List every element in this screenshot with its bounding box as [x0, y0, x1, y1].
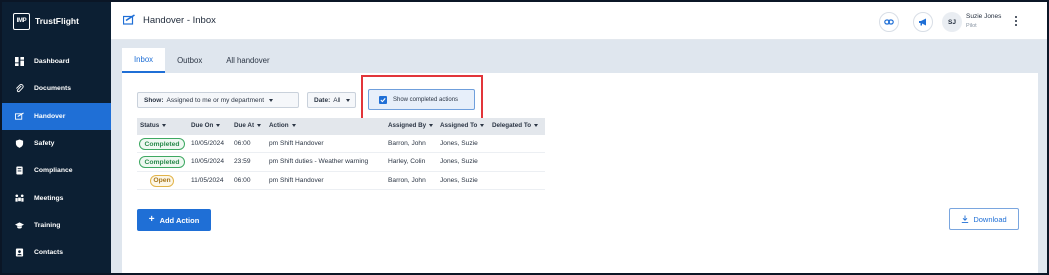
column-header-assigned-by[interactable]: Assigned By: [388, 122, 434, 129]
download-button[interactable]: Download: [949, 208, 1019, 230]
shield-icon: [14, 139, 24, 149]
assigned-to-cell: Jones, Suzie: [440, 176, 478, 184]
handover-tabs: Inbox Outbox All handover: [122, 48, 282, 73]
tab-outbox[interactable]: Outbox: [165, 48, 214, 73]
assigned-to-cell: Jones, Suzie: [440, 140, 478, 147]
due-at-cell: 06:00: [234, 176, 251, 184]
user-role: Pilot: [966, 23, 977, 29]
table-row[interactable]: Completed 10/05/2024 23:59 pm Shift duti…: [137, 153, 545, 172]
sort-caret-icon: [429, 124, 434, 127]
sidebar-item-label: Contacts: [34, 249, 64, 257]
download-label: Download: [973, 214, 1007, 224]
date-filter-select[interactable]: Date: All: [307, 92, 356, 108]
show-filter-select[interactable]: Show: Assigned to me or my department: [137, 92, 299, 108]
assigned-to-cell: Jones, Suzie: [440, 158, 478, 166]
checkmark-icon: [380, 97, 386, 102]
sidebar-nav: Dashboard Documents Handover Safety Comp…: [2, 48, 111, 266]
meetings-icon: [14, 193, 24, 203]
user-name: Suzie Jones: [966, 13, 1002, 20]
column-header-action[interactable]: Action: [269, 122, 296, 129]
chevron-down-icon: [345, 98, 350, 102]
column-header-delegated-to[interactable]: Delegated To: [492, 122, 539, 129]
sort-caret-icon: [480, 124, 485, 127]
due-on-cell: 10/05/2024: [191, 158, 225, 166]
status-badge: Completed: [139, 156, 185, 169]
sort-caret-icon: [162, 124, 167, 127]
column-header-due-on[interactable]: Due On: [191, 122, 221, 129]
sort-caret-icon: [534, 124, 539, 127]
column-header-status[interactable]: Status: [140, 122, 167, 129]
sidebar-item-label: Dashboard: [34, 58, 70, 66]
megaphone-icon: [919, 18, 926, 26]
link-icon: [884, 19, 894, 25]
compliance-icon: [14, 166, 24, 176]
tab-all-handover[interactable]: All handover: [214, 48, 281, 73]
action-cell: pm Shift Handover: [269, 140, 324, 147]
sidebar-item-label: Training: [34, 221, 61, 229]
sidebar-item-training[interactable]: Training: [2, 212, 111, 239]
column-header-due-at[interactable]: Due At: [234, 122, 262, 129]
due-on-cell: 11/05/2024: [191, 176, 224, 184]
top-header: Handover - Inbox SJ Suzie Jones Pilot: [111, 2, 1047, 40]
due-at-cell: 06:00: [234, 140, 251, 147]
show-completed-toggle[interactable]: Show completed actions: [368, 89, 475, 110]
handover-icon: [14, 111, 24, 121]
contacts-icon: [14, 248, 24, 258]
dashboard-icon: [14, 57, 24, 67]
sidebar-item-label: Documents: [34, 85, 72, 93]
handover-icon: [123, 14, 135, 25]
brand-name: TrustFlight: [35, 16, 79, 26]
add-action-button[interactable]: + Add Action: [137, 209, 211, 231]
sort-caret-icon: [291, 124, 296, 127]
status-badge: Open: [150, 174, 174, 187]
sidebar-item-label: Meetings: [34, 194, 64, 202]
page-title: Handover - Inbox: [143, 15, 216, 26]
assigned-by-cell: Barron, John: [388, 140, 426, 147]
show-filter-value: Assigned to me or my department: [166, 96, 265, 104]
table-row[interactable]: Completed 10/05/2024 06:00 pm Shift Hand…: [137, 135, 545, 154]
sidebar-item-meetings[interactable]: Meetings: [2, 184, 111, 211]
paperclip-icon: [14, 84, 24, 94]
announcements-button[interactable]: [913, 12, 933, 32]
column-header-assigned-to[interactable]: Assigned To: [440, 122, 485, 129]
date-filter-value: All: [333, 96, 341, 104]
show-filter-label: Show:: [144, 96, 164, 104]
tab-inbox[interactable]: Inbox: [122, 48, 166, 73]
plus-icon: +: [148, 214, 155, 225]
assigned-by-cell: Harley, Colin: [388, 158, 426, 166]
chevron-down-icon: [269, 98, 274, 102]
sidebar-item-safety[interactable]: Safety: [2, 130, 111, 157]
show-completed-label: Show completed actions: [393, 96, 459, 103]
due-on-cell: 10/05/2024: [191, 140, 225, 147]
avatar[interactable]: SJ: [942, 12, 962, 32]
sidebar-item-dashboard[interactable]: Dashboard: [2, 48, 111, 75]
sidebar-item-documents[interactable]: Documents: [2, 75, 111, 102]
handover-table: Status Due On Due At Action Assigned By …: [137, 118, 545, 190]
assigned-by-cell: Barron, John: [388, 176, 426, 184]
brand-logo: IMP: [13, 12, 30, 30]
action-cell: pm Shift duties - Weather warning: [269, 158, 369, 166]
table-header: Status Due On Due At Action Assigned By …: [137, 118, 545, 135]
sidebar-item-label: Handover: [34, 112, 66, 120]
sidebar-item-contacts[interactable]: Contacts: [2, 239, 111, 266]
download-icon: [962, 215, 969, 223]
graduation-cap-icon: [14, 220, 24, 230]
sidebar-item-compliance[interactable]: Compliance: [2, 157, 111, 184]
due-at-cell: 23:59: [234, 158, 251, 166]
date-filter-label: Date:: [314, 96, 331, 104]
checkbox-checked[interactable]: [379, 95, 387, 104]
add-action-label: Add Action: [159, 215, 200, 225]
sort-caret-icon: [216, 124, 221, 127]
action-cell: pm Shift Handover: [269, 176, 324, 184]
link-button[interactable]: [879, 12, 899, 32]
sidebar: IMP TrustFlight Dashboard Documents Hand…: [2, 2, 111, 273]
brand[interactable]: IMP TrustFlight: [2, 2, 111, 40]
table-row[interactable]: Open 11/05/2024 06:00 pm Shift Handover …: [137, 172, 545, 190]
status-badge: Completed: [139, 138, 185, 150]
sidebar-item-handover[interactable]: Handover: [2, 102, 111, 130]
sidebar-item-label: Safety: [34, 140, 55, 148]
sidebar-item-label: Compliance: [34, 167, 73, 175]
more-options-icon[interactable]: [1011, 14, 1021, 28]
sort-caret-icon: [257, 124, 262, 127]
